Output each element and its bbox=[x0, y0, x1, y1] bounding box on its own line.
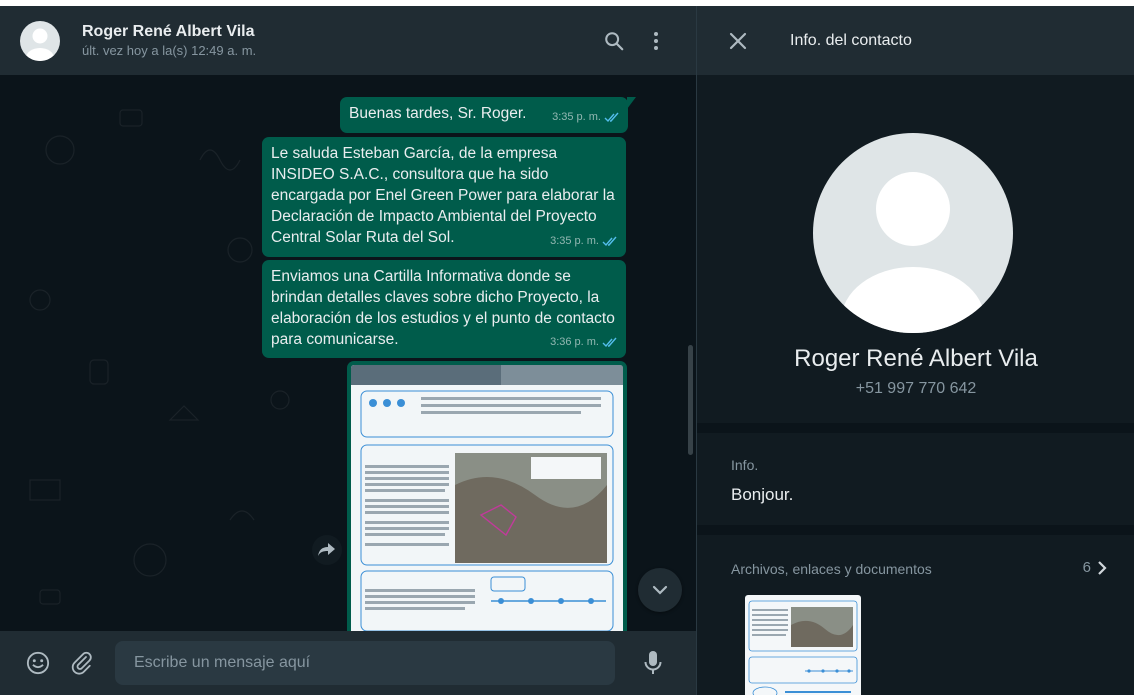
profile-phone: +51 997 770 642 bbox=[855, 380, 977, 397]
message-bubble[interactable]: Enviamos una Cartilla Informativa donde … bbox=[262, 260, 626, 358]
image-message[interactable] bbox=[347, 361, 627, 631]
read-ticks-icon bbox=[602, 236, 617, 247]
about-text: Bonjour. bbox=[731, 485, 794, 504]
chevron-down-icon bbox=[652, 585, 668, 595]
voice-message-button[interactable] bbox=[641, 651, 665, 675]
about-section: Info. Bonjour. bbox=[697, 433, 1134, 525]
profile-section: Roger René Albert Vila +51 997 770 642 bbox=[697, 75, 1134, 423]
chevron-right-icon bbox=[1098, 560, 1107, 575]
paperclip-icon bbox=[71, 651, 92, 675]
forward-arrow-icon bbox=[318, 543, 335, 556]
section-divider bbox=[697, 423, 1134, 433]
contact-header-info[interactable]: Roger René Albert Vila últ. vez hoy a la… bbox=[82, 21, 256, 60]
media-count: 6 bbox=[1082, 559, 1091, 576]
leaflet-thumbnail-graphic bbox=[748, 600, 858, 695]
read-ticks-icon bbox=[602, 337, 617, 348]
emoji-button[interactable] bbox=[26, 651, 50, 675]
read-ticks-icon bbox=[604, 112, 619, 123]
default-avatar-icon bbox=[841, 172, 985, 333]
search-button[interactable] bbox=[602, 29, 626, 53]
message-time: 3:36 p. m. bbox=[550, 332, 618, 353]
message-timestamp: 3:35 p. m. bbox=[550, 235, 599, 247]
message-text: Buenas tardes, Sr. Roger. bbox=[349, 105, 527, 122]
informational-leaflet-image[interactable] bbox=[351, 365, 623, 631]
profile-photo[interactable] bbox=[813, 133, 1013, 333]
message-input[interactable] bbox=[115, 641, 615, 685]
chat-header: Roger René Albert Vila últ. vez hoy a la… bbox=[0, 6, 696, 75]
leaflet-graphic bbox=[351, 365, 623, 631]
media-count-link[interactable]: 6 bbox=[1083, 559, 1107, 576]
default-avatar-icon bbox=[26, 28, 54, 61]
last-seen-status: últ. vez hoy a la(s) 12:49 a. m. bbox=[82, 43, 257, 58]
forward-button[interactable] bbox=[312, 535, 342, 565]
media-label[interactable]: Archivos, enlaces y documentos bbox=[731, 561, 932, 577]
message-composer bbox=[0, 631, 696, 695]
chat-header-actions bbox=[602, 29, 668, 53]
contact-info-header: Info. del contacto bbox=[697, 6, 1134, 75]
message-timestamp: 3:35 p. m. bbox=[552, 111, 601, 123]
contact-info-panel: Info. del contacto Roger René Albert Vil… bbox=[696, 0, 1134, 695]
message-bubble[interactable]: Le saluda Esteban García, de la empresa … bbox=[262, 137, 626, 257]
contact-avatar[interactable] bbox=[20, 20, 60, 61]
scroll-to-bottom-button[interactable] bbox=[638, 568, 682, 612]
message-bubble[interactable]: Buenas tardes, Sr. Roger. 3:35 p. m. bbox=[340, 97, 636, 133]
window-top-strip bbox=[0, 0, 1134, 6]
close-button[interactable] bbox=[726, 29, 750, 53]
section-divider bbox=[697, 525, 1134, 535]
about-label: Info. bbox=[731, 457, 759, 473]
emoji-icon bbox=[26, 651, 50, 675]
search-icon bbox=[605, 31, 624, 50]
chat-scrollbar[interactable] bbox=[688, 345, 693, 455]
message-time: 3:35 p. m. bbox=[552, 107, 620, 128]
profile-name: Roger René Albert Vila bbox=[794, 345, 1038, 372]
attach-button[interactable] bbox=[70, 651, 94, 675]
media-thumbnail[interactable] bbox=[745, 595, 861, 695]
panel-title: Info. del contacto bbox=[790, 31, 912, 49]
bubble-tail bbox=[627, 97, 636, 109]
media-section: Archivos, enlaces y documentos 6 bbox=[697, 535, 1134, 695]
message-time: 3:35 p. m. bbox=[550, 231, 618, 252]
menu-button[interactable] bbox=[644, 29, 668, 53]
message-timestamp: 3:36 p. m. bbox=[550, 336, 599, 348]
close-icon bbox=[729, 32, 747, 49]
contact-name: Roger René Albert Vila bbox=[82, 23, 255, 40]
whatsapp-app: Roger René Albert Vila últ. vez hoy a la… bbox=[0, 0, 1134, 695]
microphone-icon bbox=[644, 651, 662, 674]
chat-pane: Roger René Albert Vila últ. vez hoy a la… bbox=[0, 0, 696, 695]
message-list: Buenas tardes, Sr. Roger. 3:35 p. m. Le … bbox=[0, 75, 696, 631]
kebab-menu-icon bbox=[654, 31, 658, 50]
